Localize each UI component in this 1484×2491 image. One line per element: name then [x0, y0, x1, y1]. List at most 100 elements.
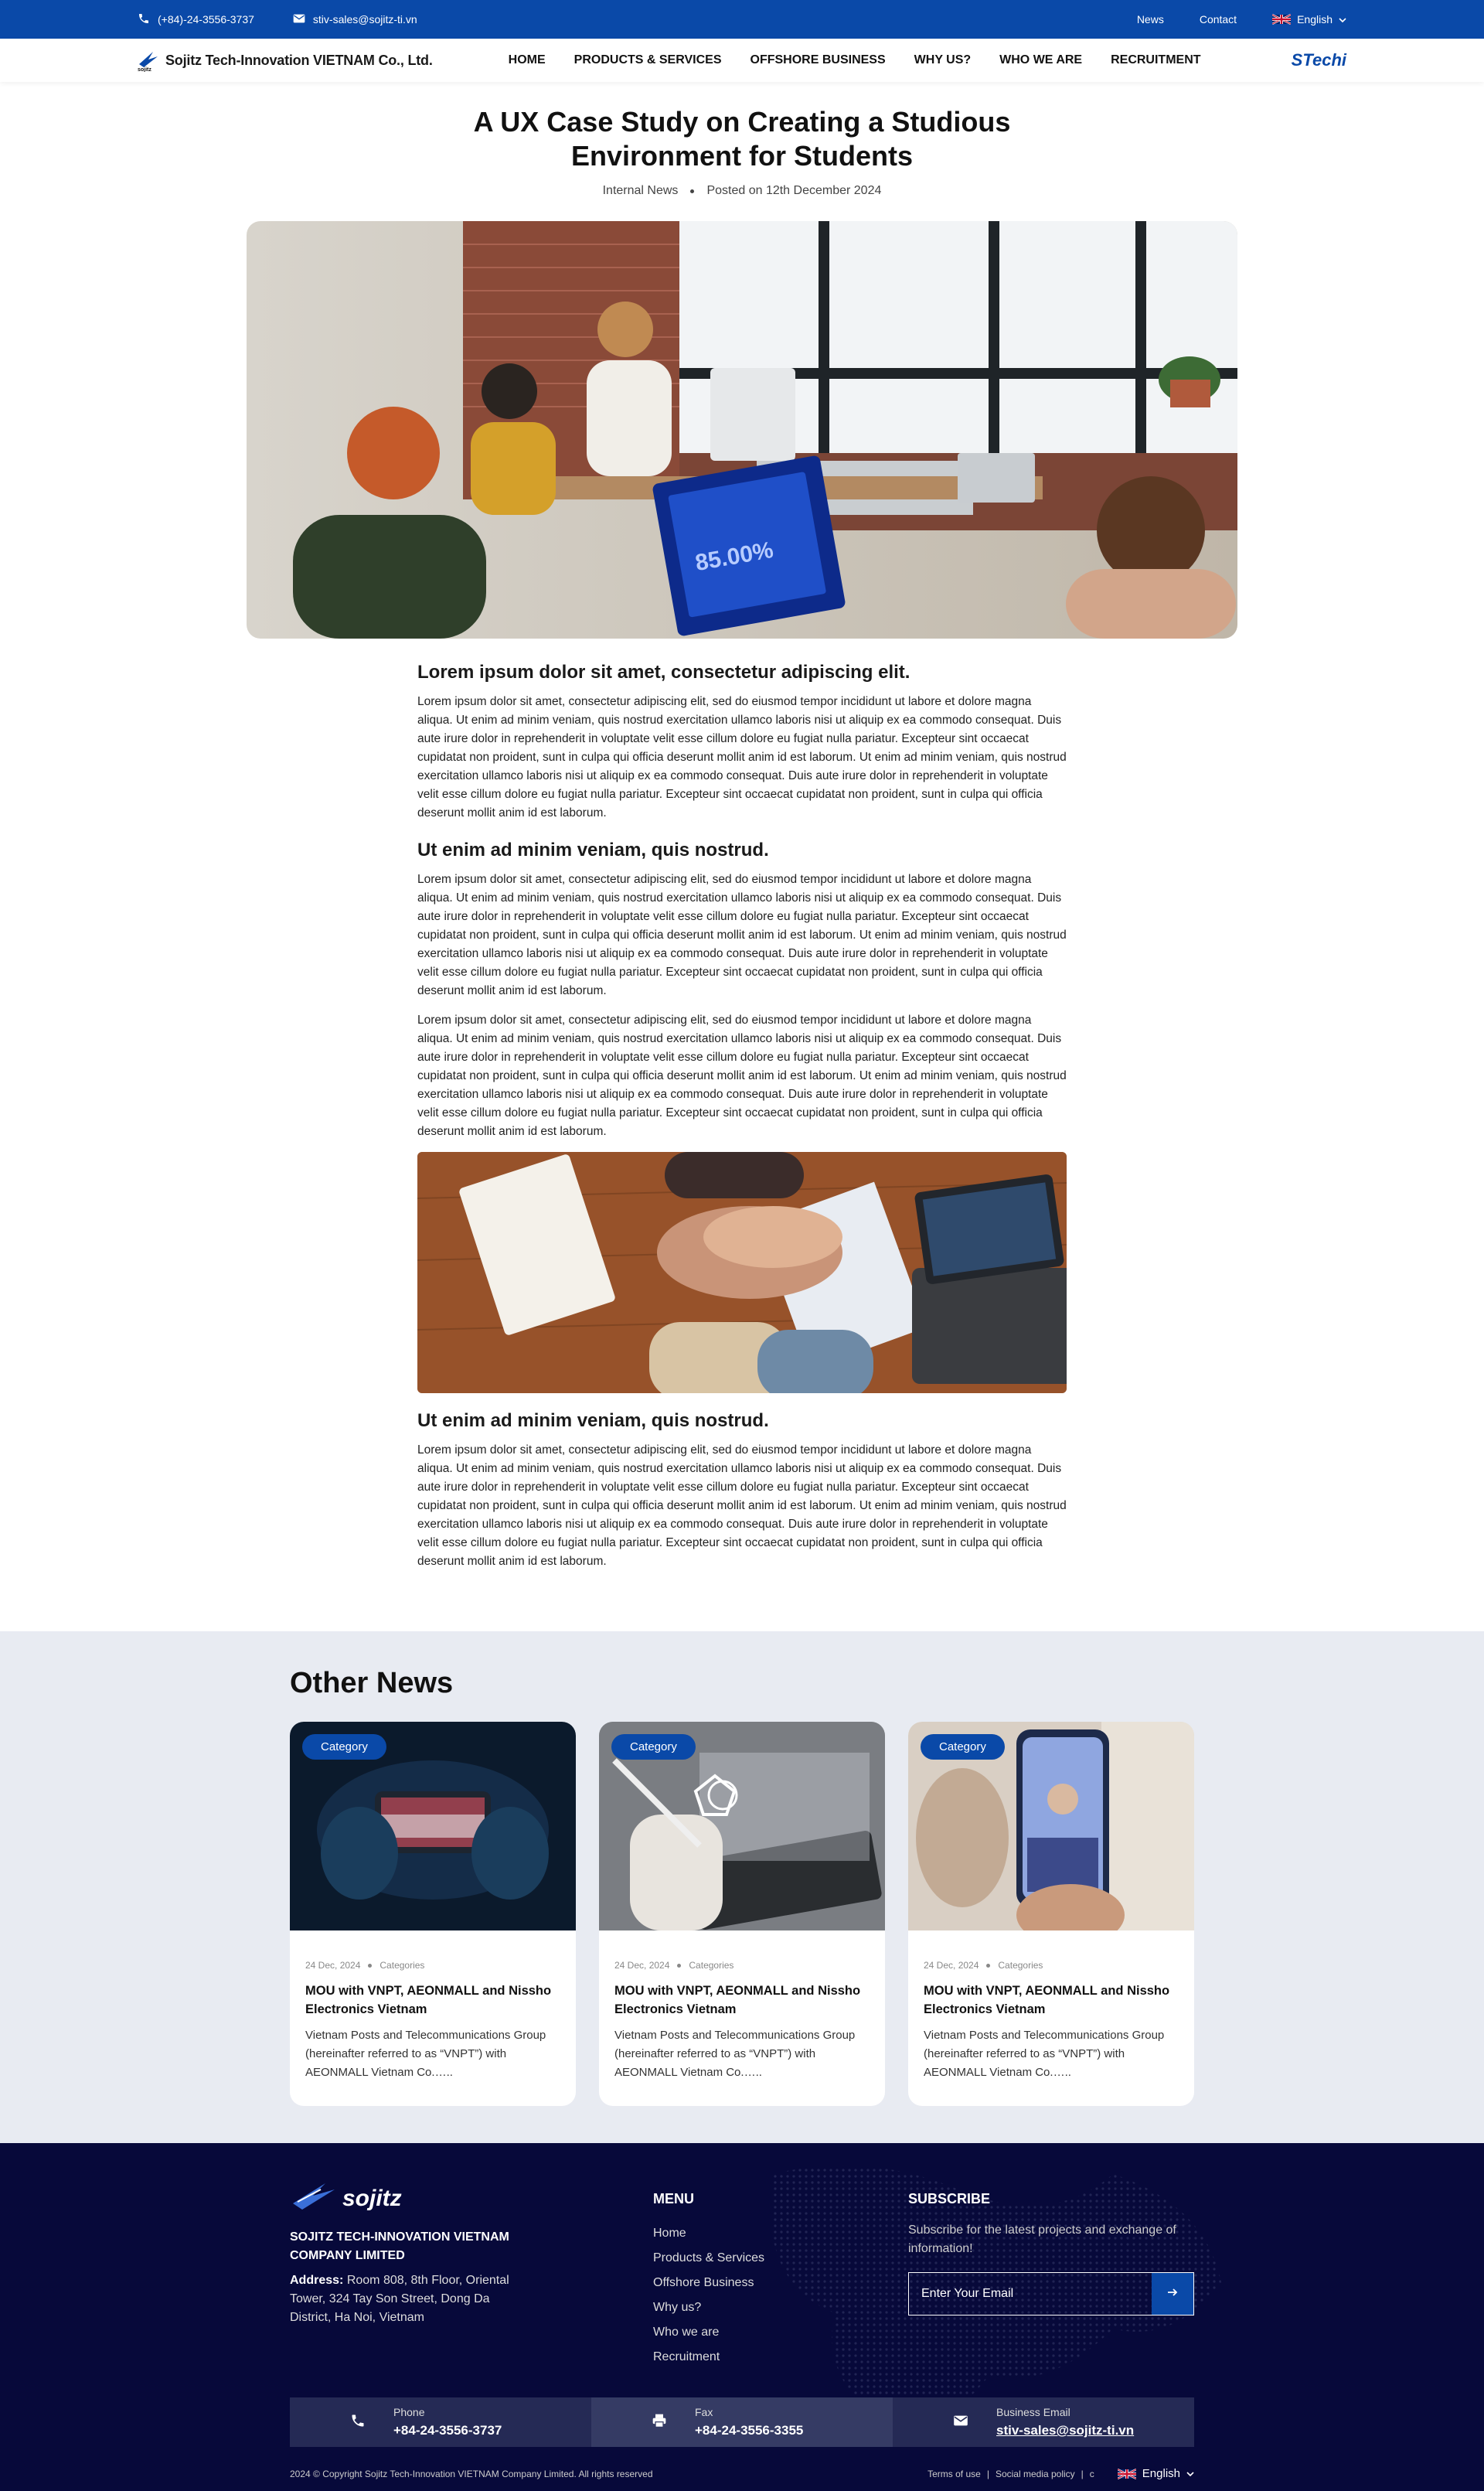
nav-item-recruitment[interactable]: RECRUITMENT — [1111, 53, 1200, 67]
contact-phone[interactable]: Phone +84-24-3556-3737 — [290, 2397, 591, 2447]
footer-link-why-us[interactable]: Why us? — [653, 2295, 908, 2320]
subscribe-email-input[interactable] — [909, 2273, 1152, 2315]
category-badge[interactable]: Category — [921, 1734, 1005, 1760]
footer-link-recruitment[interactable]: Recruitment — [653, 2345, 908, 2370]
footer-language-selector[interactable]: English — [1117, 2467, 1194, 2480]
meta-separator — [677, 1963, 682, 1968]
section-2-paragraph-1: Lorem ipsum dolor sit amet, consectetur … — [417, 873, 1067, 997]
topbar-phone-text: (+84)-24-3556-3737 — [158, 13, 254, 26]
contact-email-label: Business Email — [996, 2406, 1070, 2418]
team-hands-image — [417, 1152, 1067, 1393]
nav-item-who-we-are[interactable]: WHO WE ARE — [999, 53, 1082, 67]
chevron-down-icon — [1186, 2467, 1194, 2480]
contact-fax-label: Fax — [695, 2406, 713, 2418]
section-heading-2: Ut enim ad minim veniam, quis nostrud. — [417, 840, 769, 860]
sojitz-logo-icon — [290, 2179, 336, 2219]
other-news-heading: Other News — [290, 1667, 454, 1699]
news-card-title[interactable]: MOU with VNPT, AEONMALL and Nissho Elect… — [614, 1982, 870, 2019]
meta-separator — [368, 1963, 373, 1968]
footer-logo-text: sojitz — [342, 2186, 402, 2211]
news-card-thumbnail[interactable]: Category — [290, 1722, 576, 1930]
news-card-description: Vietnam Posts and Telecommunications Gro… — [924, 2029, 1165, 2079]
footer-link-home[interactable]: Home — [653, 2221, 908, 2246]
phone-icon — [350, 2413, 366, 2432]
contact-fax[interactable]: Fax +84-24-3556-3355 — [591, 2397, 893, 2447]
other-news-section: Other News Category 24 Dec, 2024 Categor… — [0, 1631, 1484, 2143]
footer-bottom-bar: 2024 © Copyright Sojitz Tech-Innovation … — [290, 2467, 1194, 2480]
main-menu: HOME PRODUCTS & SERVICES OFFSHORE BUSINE… — [509, 53, 1201, 67]
news-card-thumbnail[interactable]: Category — [908, 1722, 1194, 1930]
nav-item-offshore-business[interactable]: OFFSHORE BUSINESS — [751, 53, 886, 67]
contact-email-value[interactable]: stiv-sales@sojitz-ti.vn — [996, 2423, 1134, 2438]
news-card-category[interactable]: Categories — [689, 1960, 733, 1971]
footer-address-label: Address: — [290, 2274, 344, 2287]
category-badge[interactable]: Category — [611, 1734, 696, 1760]
subscribe-text: Subscribe for the latest projects and ex… — [908, 2223, 1176, 2255]
sojitz-logo-icon: sojitz — [138, 49, 159, 73]
news-card-meta: 24 Dec, 2024 Categories — [924, 1960, 1179, 1971]
news-card-thumbnail[interactable]: Category — [599, 1722, 885, 1930]
uk-flag-icon — [1117, 2468, 1136, 2479]
printer-icon — [652, 2413, 667, 2432]
contact-business-email[interactable]: Business Email stiv-sales@sojitz-ti.vn — [893, 2397, 1194, 2447]
stechi-logo[interactable]: STechi — [1292, 50, 1346, 70]
nav-item-home[interactable]: HOME — [509, 53, 546, 67]
footer-language-label: English — [1142, 2467, 1180, 2480]
footer-company-name: SOJITZ TECH-INNOVATION VIETNAM COMPANY L… — [290, 2230, 509, 2262]
section-heading-1: Lorem ipsum dolor sit amet, consectetur … — [417, 662, 910, 683]
topbar-email-text: stiv-sales@sojitz-ti.vn — [312, 13, 417, 26]
footer-extra-link[interactable]: c — [1090, 2469, 1094, 2479]
news-card-title[interactable]: MOU with VNPT, AEONMALL and Nissho Elect… — [924, 1982, 1179, 2019]
section-3-paragraph-1: Lorem ipsum dolor sit amet, consectetur … — [417, 1443, 1067, 1568]
topbar-phone[interactable]: (+84)-24-3556-3737 — [138, 12, 254, 27]
news-card[interactable]: Category 24 Dec, 2024 Categories MOU wit… — [599, 1722, 885, 2106]
footer-link-who-we-are[interactable]: Who we are — [653, 2320, 908, 2345]
footer-address: Address: Room 808, 8th Floor, Oriental T… — [290, 2271, 514, 2327]
logo-sub-text: sojitz — [138, 67, 151, 72]
news-card[interactable]: Category 24 Dec, 2024 Categories MOU wit… — [290, 1722, 576, 2106]
news-card-category[interactable]: Categories — [380, 1960, 424, 1971]
nav-item-products-services[interactable]: PRODUCTS & SERVICES — [574, 53, 722, 67]
news-card-category[interactable]: Categories — [998, 1960, 1043, 1971]
footer-menu: Home Products & Services Offshore Busine… — [653, 2221, 908, 2370]
article-date: Posted on 12th December 2024 — [706, 184, 882, 197]
language-selector[interactable]: English — [1272, 13, 1346, 26]
site-logo[interactable]: sojitz Sojitz Tech-Innovation VIETNAM Co… — [138, 49, 433, 73]
section-1-paragraph-1: Lorem ipsum dolor sit amet, consectetur … — [417, 695, 1067, 820]
arrow-right-icon — [1167, 2287, 1178, 2301]
news-card-date: 24 Dec, 2024 — [305, 1960, 361, 1971]
news-card-title[interactable]: MOU with VNPT, AEONMALL and Nissho Elect… — [305, 1982, 560, 2019]
language-label: English — [1297, 13, 1333, 26]
topbar-link-news[interactable]: News — [1137, 13, 1164, 26]
main-nav: sojitz Sojitz Tech-Innovation VIETNAM Co… — [0, 39, 1484, 82]
topbar-email[interactable]: stiv-sales@sojitz-ti.vn — [293, 13, 417, 26]
news-card[interactable]: Category 24 Dec, 2024 Categories MOU wit… — [908, 1722, 1194, 2106]
category-badge[interactable]: Category — [302, 1734, 386, 1760]
article-body: Lorem ipsum dolor sit amet, consectetur … — [417, 660, 1067, 1631]
news-card-date: 24 Dec, 2024 — [614, 1960, 670, 1971]
article-meta: Internal News Posted on 12th December 20… — [0, 184, 1484, 198]
topbar-link-contact[interactable]: Contact — [1200, 13, 1237, 26]
terms-of-use-link[interactable]: Terms of use — [928, 2469, 981, 2479]
footer-link-products-services[interactable]: Products & Services — [653, 2246, 908, 2271]
contact-phone-value: +84-24-3556-3737 — [393, 2423, 502, 2438]
contact-phone-label: Phone — [393, 2406, 425, 2418]
news-card-list: Category 24 Dec, 2024 Categories MOU wit… — [290, 1722, 1194, 2106]
link-divider: | — [1081, 2468, 1084, 2479]
subscribe-heading: SUBSCRIBE — [908, 2191, 991, 2206]
article-header: A UX Case Study on Creating a Studious E… — [0, 82, 1484, 198]
phone-icon — [138, 12, 150, 27]
footer-logo[interactable]: sojitz — [290, 2180, 653, 2217]
subscribe-submit-button[interactable] — [1152, 2273, 1193, 2315]
mail-icon — [293, 13, 305, 26]
article-title: A UX Case Study on Creating a Studious E… — [473, 106, 1011, 172]
social-media-policy-link[interactable]: Social media policy — [996, 2469, 1075, 2479]
subscribe-form — [908, 2272, 1194, 2316]
section-heading-3: Ut enim ad minim veniam, quis nostrud. — [417, 1410, 769, 1431]
news-card-description: Vietnam Posts and Telecommunications Gro… — [614, 2029, 856, 2079]
nav-item-why-us[interactable]: WHY US? — [914, 53, 971, 67]
news-card-meta: 24 Dec, 2024 Categories — [305, 1960, 560, 1971]
logo-text: Sojitz Tech-Innovation VIETNAM Co., Ltd. — [165, 52, 433, 68]
footer-link-offshore-business[interactable]: Offshore Business — [653, 2271, 908, 2295]
article-category[interactable]: Internal News — [603, 184, 679, 198]
